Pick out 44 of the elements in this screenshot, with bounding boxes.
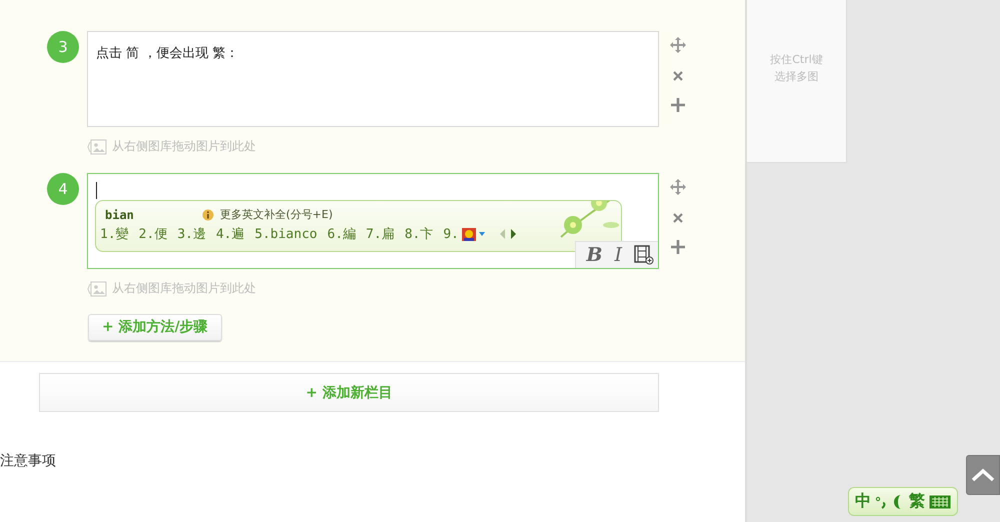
step-number: 4 bbox=[47, 173, 79, 206]
panel-hint: 选择多图 bbox=[774, 69, 818, 85]
image-icon bbox=[87, 280, 107, 297]
ime-candidate[interactable]: 8.卞 bbox=[404, 225, 434, 244]
ime-candidate[interactable]: 4.遍 bbox=[216, 225, 245, 244]
keyboard-icon[interactable] bbox=[929, 494, 951, 508]
drop-image-hint: 从右侧图库拖动图片到此处 bbox=[112, 138, 256, 155]
dropdown-icon[interactable] bbox=[478, 232, 485, 236]
step-text-field[interactable]: 点击 简 ，便会出现 繁： bbox=[87, 31, 659, 127]
step-text: 点击 简 ，便会出现 繁： bbox=[96, 46, 238, 61]
panel-hint: 按住Ctrl键 bbox=[770, 52, 823, 68]
ime-tip[interactable]: 更多英文补全(分号+E) bbox=[220, 207, 333, 222]
ime-input-text: bian bbox=[105, 208, 135, 222]
plus-icon[interactable] bbox=[671, 98, 685, 112]
image-icon bbox=[87, 138, 107, 154]
chevron-up-icon bbox=[971, 468, 995, 482]
move-icon[interactable] bbox=[669, 36, 687, 54]
text-cursor bbox=[96, 182, 97, 200]
italic-button[interactable]: I bbox=[614, 244, 622, 266]
info-icon bbox=[202, 208, 214, 221]
ime-candidate[interactable]: 9. bbox=[443, 226, 459, 242]
drop-image-hint: 从右侧图库拖动图片到此处 bbox=[112, 280, 256, 298]
step-text-field[interactable]: bian 更多英文补全(分号+E) 1.變 2.便 3.邊 4.遍 5.bianco 6.編 7.扁 8.卞 9. B I bbox=[87, 173, 659, 270]
ime-candidate[interactable]: 2.便 bbox=[138, 225, 168, 244]
scroll-to-top-button[interactable] bbox=[966, 455, 1000, 495]
section-heading: 注意事项 bbox=[0, 452, 57, 470]
emoji-icon[interactable] bbox=[460, 226, 477, 242]
ime-candidate[interactable]: 3.邊 bbox=[177, 225, 206, 244]
ime-candidate[interactable]: 6.編 bbox=[327, 225, 356, 244]
ime-candidate[interactable]: 7.扁 bbox=[366, 225, 395, 244]
bold-button[interactable]: B bbox=[586, 244, 602, 266]
plus-icon[interactable] bbox=[671, 240, 685, 254]
add-section-button[interactable]: + 添加新栏目 bbox=[39, 373, 659, 412]
ime-candidate[interactable]: 5.bianco bbox=[254, 226, 318, 242]
step-number: 3 bbox=[47, 31, 79, 63]
add-step-button[interactable]: + 添加方法/步骤 bbox=[88, 314, 222, 342]
move-icon[interactable] bbox=[669, 178, 687, 196]
script-toggle[interactable]: 繁 bbox=[909, 491, 925, 512]
insert-video-icon[interactable] bbox=[634, 245, 654, 266]
close-icon[interactable] bbox=[672, 212, 684, 224]
close-icon[interactable] bbox=[672, 70, 684, 82]
input-mode-toggle[interactable]: 中 bbox=[855, 491, 871, 512]
ime-candidate[interactable]: 1.變 bbox=[100, 225, 129, 244]
punctuation-icon[interactable] bbox=[875, 494, 887, 508]
